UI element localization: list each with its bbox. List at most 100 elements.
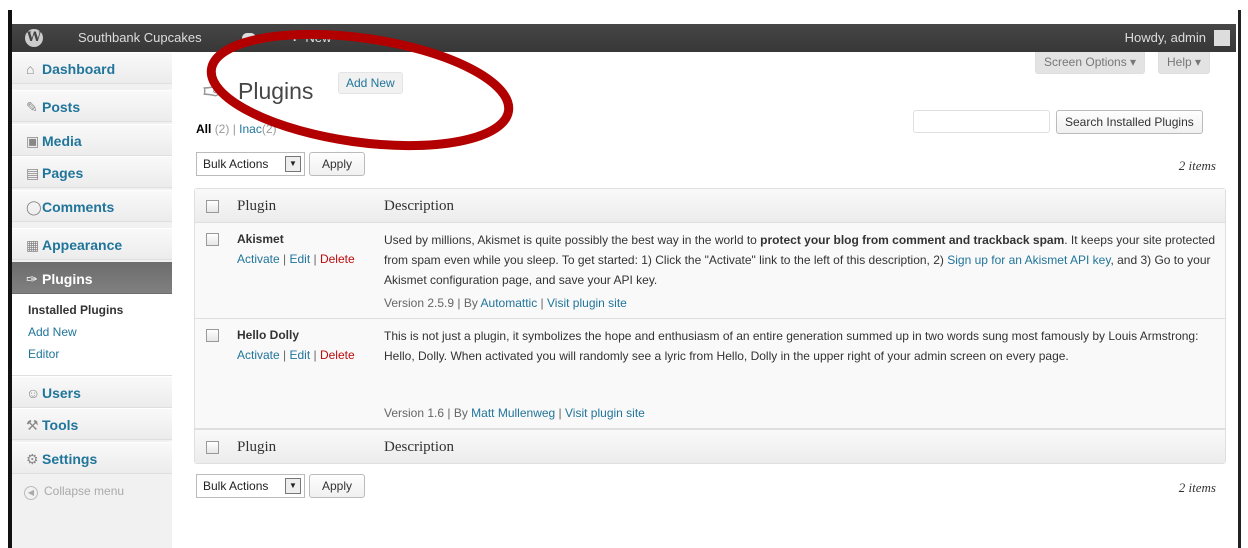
description-bold-text: protect your blog from comment and track…	[760, 233, 1065, 247]
media-icon: ▣	[26, 133, 40, 149]
bulk-actions-select[interactable]: Bulk Actions ▼	[196, 474, 305, 498]
author-link[interactable]: Matt Mullenweg	[471, 406, 555, 420]
items-count: 2 items	[1178, 480, 1216, 495]
apply-button[interactable]: Apply	[309, 474, 366, 498]
comment-bubble-icon[interactable]	[242, 33, 256, 43]
plug-icon: ✑	[26, 271, 38, 287]
column-footer-plugin[interactable]: Plugin	[237, 439, 276, 456]
select-all-checkbox[interactable]	[206, 200, 219, 213]
filter-inactive-count: (2)	[261, 122, 277, 136]
sidebar-item-plugins[interactable]: ✑ Plugins	[12, 262, 182, 295]
submenu-add-new[interactable]: Add New	[28, 324, 77, 340]
sidebar-item-label: Posts	[42, 99, 81, 115]
edit-link[interactable]: Edit	[289, 252, 310, 266]
sidebar-item-posts[interactable]: ✎ Posts	[12, 90, 172, 122]
bulk-actions-label: Bulk Actions	[203, 479, 269, 493]
plugin-meta: Version 1.6 | By Matt Mullenweg | Visit …	[384, 406, 645, 420]
author-link[interactable]: Automattic	[481, 296, 538, 310]
row-checkbox[interactable]	[206, 329, 219, 342]
sidebar-item-label: Dashboard	[42, 61, 116, 77]
new-content-link[interactable]: + New	[290, 24, 331, 52]
plugin-actions: Activate | Edit | Delete	[237, 348, 355, 362]
plus-icon: +	[290, 29, 300, 46]
column-header-description: Description	[384, 198, 454, 214]
visit-plugin-site-link[interactable]: Visit plugin site	[565, 406, 645, 420]
submenu-installed-plugins[interactable]: Installed Plugins	[28, 302, 123, 318]
page-icon: ▤	[26, 165, 40, 181]
main-content: Screen Options ▾ Help ▾ ✑ Plugins Add Ne…	[172, 52, 1234, 548]
search-plugins-input[interactable]	[913, 110, 1050, 133]
dropdown-arrow-icon: ▼	[285, 478, 301, 494]
delete-link[interactable]: Delete	[320, 252, 355, 266]
visit-plugin-site-link[interactable]: Visit plugin site	[547, 296, 627, 310]
bulk-actions-select[interactable]: Bulk Actions ▼	[196, 152, 305, 176]
delete-link[interactable]: Delete	[320, 348, 355, 362]
plugins-submenu: Installed Plugins Add New Editor	[12, 294, 172, 376]
add-new-button[interactable]: Add New	[338, 72, 403, 94]
dropdown-arrow-icon: ▼	[285, 156, 301, 172]
search-installed-plugins-button[interactable]: Search Installed Plugins	[1056, 110, 1203, 134]
comment-icon: ◯	[26, 199, 42, 215]
plugin-actions: Activate | Edit | Delete	[237, 252, 355, 266]
sidebar-item-pages[interactable]: ▤ Pages	[12, 156, 172, 188]
sidebar-item-dashboard[interactable]: ⌂ Dashboard	[12, 52, 172, 84]
admin-bar: W Southbank Cupcakes + New Howdy, admin	[12, 24, 1236, 52]
filter-all-link[interactable]: All	[196, 122, 211, 136]
sidebar-item-settings[interactable]: ⚙ Settings	[12, 442, 172, 474]
sidebar-item-label: Plugins	[42, 271, 93, 287]
site-name-link[interactable]: Southbank Cupcakes	[78, 24, 202, 52]
window-right-edge	[1234, 10, 1248, 548]
appearance-icon: ▦	[26, 237, 40, 253]
plugin-description: Used by millions, Akismet is quite possi…	[384, 230, 1216, 290]
column-footer-description: Description	[384, 439, 454, 455]
edit-link[interactable]: Edit	[289, 348, 310, 362]
sidebar-item-tools[interactable]: ⚒ Tools	[12, 408, 172, 440]
table-row: Hello Dolly Activate | Edit | Delete Thi…	[195, 319, 1225, 429]
filter-inactive-link[interactable]: Inac	[239, 122, 262, 136]
collapse-menu-button[interactable]: ◀ Collapse menu	[24, 484, 124, 500]
howdy-account-link[interactable]: Howdy, admin	[1125, 24, 1206, 52]
bulk-actions-label: Bulk Actions	[203, 157, 269, 171]
plugin-meta: Version 2.5.9 | By Automattic | Visit pl…	[384, 296, 627, 310]
page-top-margin	[0, 0, 1248, 10]
table-footer: Plugin Description	[195, 429, 1225, 463]
home-icon: ⌂	[26, 61, 35, 77]
users-icon: ☺	[26, 385, 41, 401]
pushpin-icon: ✎	[26, 99, 38, 115]
sidebar-item-appearance[interactable]: ▦ Appearance	[12, 228, 172, 260]
description-text: Used by millions, Akismet is quite possi…	[384, 233, 761, 247]
table-header: Plugin Description	[195, 189, 1225, 223]
plugins-table: Plugin Description Akismet Activate | Ed…	[194, 188, 1226, 464]
items-count: 2 items	[1178, 158, 1216, 173]
select-all-checkbox[interactable]	[206, 441, 219, 454]
collapse-arrow-icon: ◀	[24, 486, 38, 500]
help-button[interactable]: Help ▾	[1158, 52, 1211, 74]
table-row: Akismet Activate | Edit | Delete Used by…	[195, 223, 1225, 319]
admin-sidebar: ⌂ Dashboard ✎ Posts ▣ Media ▤ Pages ◯ Co…	[12, 52, 182, 548]
plugin-name: Hello Dolly	[237, 328, 300, 342]
plugin-version: Version 1.6 | By	[384, 406, 472, 420]
sidebar-item-label: Media	[42, 133, 82, 149]
wordpress-logo-icon[interactable]: W	[25, 29, 43, 47]
sidebar-item-media[interactable]: ▣ Media	[12, 124, 172, 156]
row-checkbox[interactable]	[206, 233, 219, 246]
column-header-plugin[interactable]: Plugin	[237, 198, 276, 215]
avatar[interactable]	[1214, 30, 1230, 46]
screen-options-button[interactable]: Screen Options ▾	[1035, 52, 1146, 74]
activate-link[interactable]: Activate	[237, 348, 280, 362]
akismet-signup-link[interactable]: Sign up for an Akismet API key	[947, 253, 1110, 267]
sidebar-item-label: Comments	[42, 199, 115, 215]
tools-icon: ⚒	[26, 417, 39, 433]
sidebar-item-label: Settings	[42, 451, 98, 467]
plugin-version: Version 2.5.9 | By	[384, 296, 481, 310]
sidebar-item-comments[interactable]: ◯ Comments	[12, 190, 172, 222]
activate-link[interactable]: Activate	[237, 252, 280, 266]
submenu-editor[interactable]: Editor	[28, 346, 59, 362]
plugin-page-icon: ✑	[202, 76, 228, 109]
filter-separator: |	[232, 122, 236, 136]
sidebar-item-users[interactable]: ☺ Users	[12, 376, 172, 408]
plugin-description: This is not just a plugin, it symbolizes…	[384, 329, 1199, 363]
sidebar-item-label: Pages	[42, 165, 84, 181]
apply-button[interactable]: Apply	[309, 152, 366, 176]
new-label: New	[305, 30, 332, 45]
